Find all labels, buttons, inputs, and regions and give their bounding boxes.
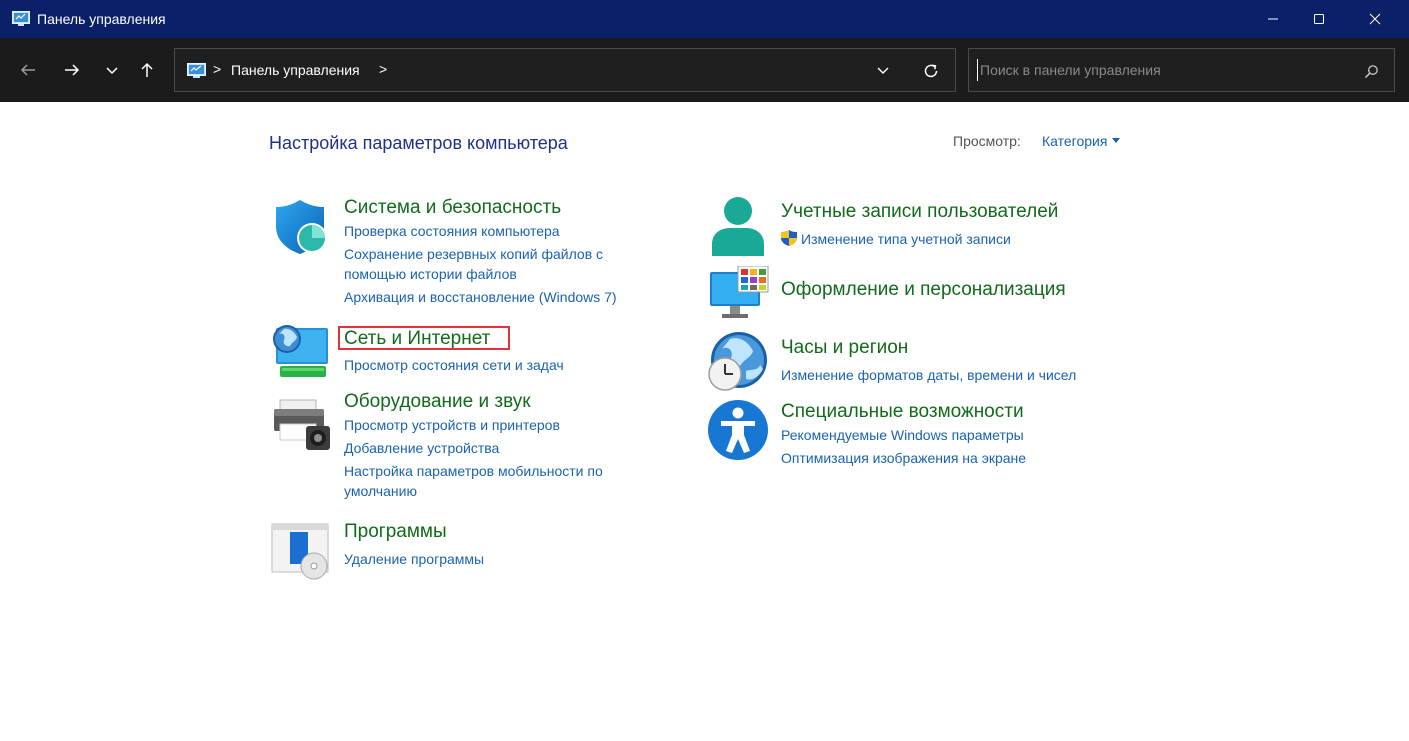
search-icon (1364, 64, 1378, 78)
maximize-button[interactable] (1296, 0, 1342, 38)
search-input[interactable] (977, 59, 1357, 81)
programs-disc-icon[interactable] (270, 520, 332, 580)
network-globe-icon[interactable] (270, 322, 332, 380)
highlight-box (338, 326, 510, 350)
link-add-device[interactable]: Добавление устройства (344, 438, 499, 458)
category-appearance-personalization[interactable]: Оформление и персонализация (781, 278, 1066, 301)
control-panel-icon (12, 11, 30, 26)
user-icon[interactable] (708, 194, 768, 256)
minimize-icon (1268, 18, 1278, 20)
window-title: Панель управления (37, 11, 166, 27)
clock-globe-icon[interactable] (706, 331, 770, 393)
link-uninstall-program[interactable]: Удаление программы (344, 549, 484, 569)
maximize-icon (1314, 14, 1324, 24)
caret-down-icon[interactable] (1112, 138, 1121, 143)
chevron-down-icon (106, 67, 118, 75)
category-ease-of-access[interactable]: Специальные возможности (781, 400, 1024, 423)
link-mobility-settings[interactable]: Настройка параметров мобильности по (344, 461, 603, 481)
link-change-date-formats[interactable]: Изменение форматов даты, времени и чисел (781, 365, 1076, 385)
breadcrumb-separator[interactable]: > (213, 61, 221, 77)
category-user-accounts[interactable]: Учетные записи пользователей (781, 200, 1058, 223)
arrow-up-icon (141, 62, 153, 77)
back-button[interactable] (14, 54, 42, 86)
link-backup-file-history-cont[interactable]: помощью истории файлов (344, 264, 517, 284)
monitor-palette-icon[interactable] (708, 266, 770, 320)
printer-icon[interactable] (270, 396, 332, 452)
refresh-button[interactable] (919, 59, 943, 83)
control-panel-icon (187, 63, 206, 78)
link-backup-file-history[interactable]: Сохранение резервных копий файлов с (344, 244, 603, 264)
close-icon (1369, 13, 1381, 25)
title-bar: Панель управления (0, 0, 1409, 38)
view-by-dropdown[interactable]: Категория (1042, 133, 1121, 150)
refresh-icon (924, 64, 938, 78)
minimize-button[interactable] (1250, 0, 1296, 38)
uac-shield-icon (780, 229, 798, 247)
category-programs[interactable]: Программы (344, 520, 447, 543)
link-mobility-settings-cont[interactable]: умолчанию (344, 481, 417, 501)
address-bar[interactable]: > Панель управления > (174, 48, 956, 92)
view-by-value[interactable]: Категория (1042, 133, 1107, 149)
link-devices-printers[interactable]: Просмотр устройств и принтеров (344, 415, 560, 435)
link-recommended-settings[interactable]: Рекомендуемые Windows параметры (781, 425, 1024, 445)
breadcrumb-control-panel[interactable]: Панель управления (231, 62, 360, 79)
search-button[interactable] (1361, 61, 1381, 81)
category-hardware-sound[interactable]: Оборудование и звук (344, 390, 531, 413)
forward-button[interactable] (58, 54, 86, 86)
shield-icon[interactable] (270, 196, 330, 256)
accessibility-icon[interactable] (707, 399, 769, 461)
address-history-button[interactable] (871, 59, 895, 83)
arrow-right-icon (65, 64, 80, 76)
link-network-status[interactable]: Просмотр состояния сети и задач (344, 355, 564, 375)
category-clock-region[interactable]: Часы и регион (781, 336, 908, 359)
link-change-account-type[interactable]: Изменение типа учетной записи (801, 229, 1011, 249)
chevron-down-icon (877, 67, 889, 74)
recent-locations-button[interactable] (98, 54, 126, 86)
link-backup-restore[interactable]: Архивация и восстановление (Windows 7) (344, 287, 617, 307)
search-box[interactable] (968, 48, 1395, 92)
link-optimize-display[interactable]: Оптимизация изображения на экране (781, 448, 1026, 468)
view-by-label: Просмотр: (953, 133, 1021, 149)
page-title: Настройка параметров компьютера (269, 133, 568, 153)
link-check-computer-status[interactable]: Проверка состояния компьютера (344, 221, 560, 241)
arrow-left-icon (20, 64, 35, 76)
close-button[interactable] (1352, 0, 1398, 38)
category-system-security[interactable]: Система и безопасность (344, 196, 561, 219)
navigation-bar: > Панель управления > (0, 38, 1409, 102)
breadcrumb-separator[interactable]: > (379, 61, 387, 77)
up-button[interactable] (133, 54, 161, 86)
